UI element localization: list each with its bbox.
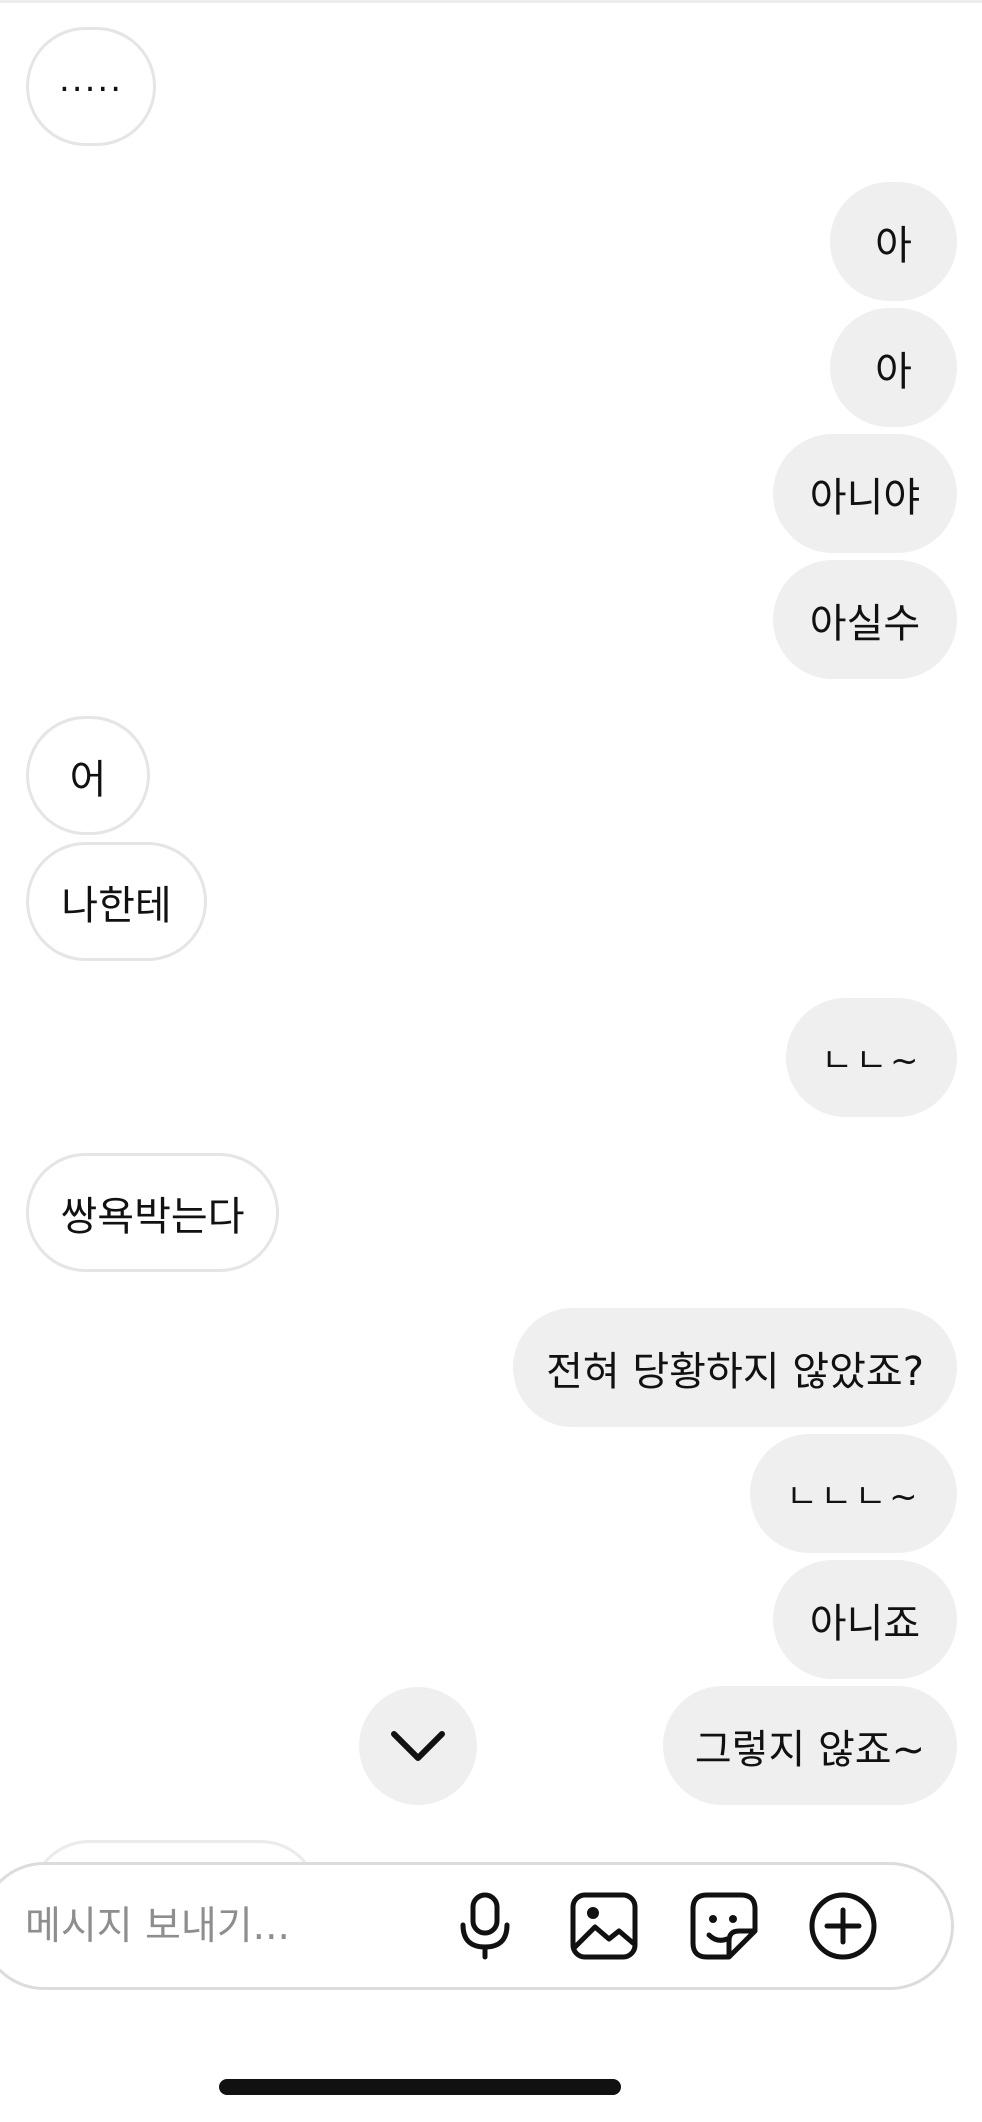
top-divider: [0, 0, 982, 3]
message-bubble-incoming[interactable]: 어: [26, 716, 150, 835]
home-indicator[interactable]: [219, 2079, 621, 2095]
voice-message-button[interactable]: [448, 1889, 522, 1963]
message-bubble-outgoing[interactable]: 아니야: [773, 434, 957, 553]
chat-screen: ..... 아 아 아니야 아실수 어 나한테 ㄴㄴ~ 쌍욕박는다 전혀 당황하…: [0, 0, 982, 2122]
message-bubble-outgoing[interactable]: 전혀 당황하지 않았죠?: [513, 1308, 957, 1427]
message-bubble-outgoing[interactable]: 아실수: [773, 560, 957, 679]
microphone-icon: [460, 1892, 510, 1960]
message-bubble-outgoing[interactable]: 아: [830, 308, 957, 427]
photo-button[interactable]: [567, 1889, 641, 1963]
message-bubble-outgoing[interactable]: 그렇지 않죠~: [663, 1686, 957, 1805]
message-bubble-incoming[interactable]: .....: [26, 27, 156, 146]
scroll-to-bottom-button[interactable]: [359, 1687, 477, 1805]
message-bubble-outgoing[interactable]: 아: [830, 182, 957, 301]
message-bubble-incoming[interactable]: 나한테: [26, 842, 207, 961]
sticker-button[interactable]: [687, 1889, 761, 1963]
message-input[interactable]: [25, 1865, 445, 1987]
message-bubble-outgoing[interactable]: ㄴㄴㄴ~: [750, 1434, 957, 1553]
sticker-icon: [690, 1892, 758, 1960]
plus-circle-icon: [809, 1892, 877, 1960]
message-bubble-outgoing[interactable]: ㄴㄴ~: [786, 998, 957, 1117]
message-bubble-outgoing[interactable]: 아니죠: [773, 1560, 957, 1679]
message-composer: [0, 1862, 954, 1990]
more-options-button[interactable]: [806, 1889, 880, 1963]
chevron-down-icon: [391, 1731, 445, 1761]
image-icon: [570, 1892, 638, 1960]
message-bubble-incoming[interactable]: 쌍욕박는다: [26, 1153, 279, 1272]
